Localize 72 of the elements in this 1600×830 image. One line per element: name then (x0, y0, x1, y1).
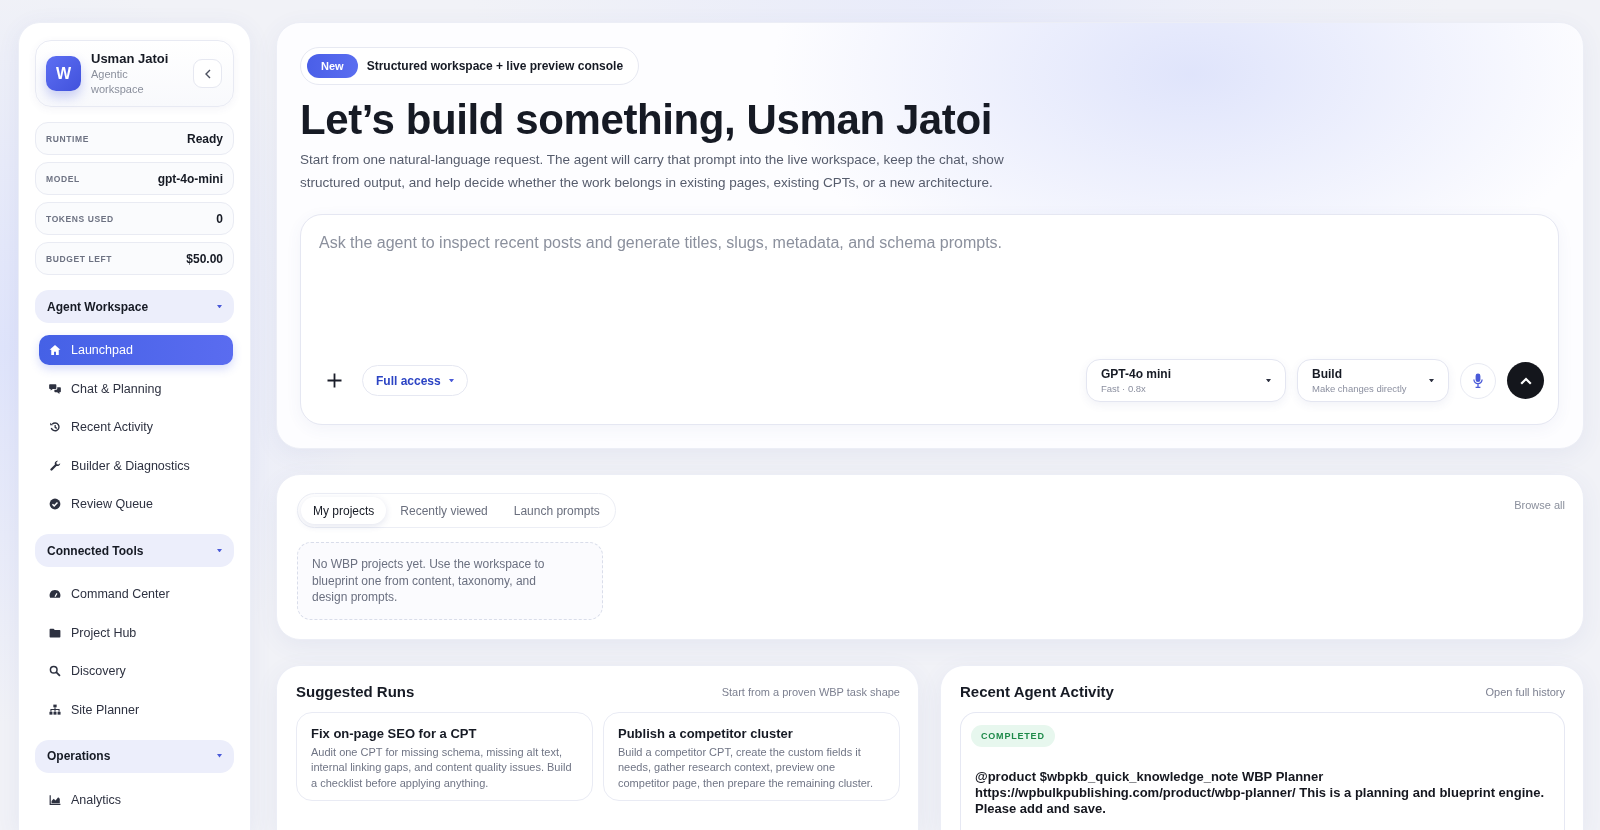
nav-item[interactable]: Analytics (39, 784, 233, 815)
workspace-subtitle: Agentic workspace (91, 67, 145, 97)
stat-label: RUNTIME (46, 133, 89, 144)
section-subtitle: Start from a proven WBP task shape (721, 685, 900, 698)
add-button[interactable] (327, 373, 342, 388)
caret-icon (217, 548, 222, 553)
wrench-icon (49, 459, 61, 472)
stat-value: 0 (216, 211, 223, 226)
sitemap-icon (49, 703, 61, 716)
nav-item[interactable]: Command Center (39, 579, 233, 609)
chevron-up-icon (1519, 376, 1532, 385)
section-title: Suggested Runs (296, 683, 415, 700)
run-title: Publish a competitor cluster (618, 724, 794, 742)
folder-icon (49, 626, 61, 639)
stat-label: BUDGET LEFT (46, 253, 113, 264)
tab[interactable]: Launch prompts (501, 497, 612, 524)
tab[interactable]: My projects (301, 497, 387, 524)
section-header[interactable]: Connected Tools (35, 534, 234, 567)
history-icon (49, 421, 61, 433)
nav-item[interactable]: Builder & Diagnostics (39, 450, 233, 481)
area-chart-icon (49, 793, 61, 806)
nav-item[interactable]: Chat & Planning (39, 373, 233, 404)
page-description: Start from one natural-language request. The agent will carry that prompt into the live workspace, keep the chat, show structured output, and help decide whether the work belongs in existing pages, existing CPTs, or a new architecture. (300, 151, 1005, 192)
nav-item[interactable]: Review Queue (39, 489, 233, 519)
nav-item[interactable]: Launchpad (39, 335, 233, 365)
stat-value: $50.00 (186, 251, 223, 266)
browse-all-link[interactable]: Browse all (1514, 499, 1565, 511)
access-dropdown[interactable]: Full access (362, 365, 468, 396)
gauge-icon (49, 588, 61, 600)
page-title: Let’s build something, Usman Jatoi (300, 96, 993, 144)
chevron-left-icon (204, 68, 211, 79)
search-icon (49, 665, 61, 677)
section-title: Recent Agent Activity (960, 683, 1114, 700)
new-badge: New (307, 54, 358, 78)
run-description: Build a competitor CPT, create the custom fields it needs, gather research context, preview one competitor page, then prepare the remaining cluster. (618, 744, 874, 791)
section-header[interactable]: Operations (35, 739, 234, 773)
home-icon (49, 344, 61, 356)
caret-icon (1429, 378, 1434, 383)
microphone-icon (1473, 373, 1483, 388)
mode-dropdown[interactable]: Build Make changes directly (1297, 359, 1449, 402)
empty-state-message: No WBP projects yet. Use the workspace to blueprint one from content, taxonomy, and design prompts. (297, 542, 603, 620)
run-card[interactable]: Publish a competitor cluster Build a competitor CPT, create the custom fields it needs, gather research context, preview one competitor page, then prepare the remaining cluster. (603, 711, 900, 801)
caret-icon (1266, 378, 1271, 383)
prompt-field[interactable]: Ask the agent to inspect recent posts and generate titles, slugs, metadata, and schema prompts. Full access GPT-4o mini Fast · 0.8x Build Make changes directly (300, 214, 1559, 425)
plus-icon (327, 373, 342, 388)
announcement-text: Structured workspace + live preview console (366, 59, 624, 73)
send-button[interactable] (1507, 362, 1544, 399)
model-dropdown[interactable]: GPT-4o mini Fast · 0.8x (1086, 359, 1286, 402)
history-link[interactable]: Open full history (1485, 685, 1565, 698)
chat-bubbles-icon (49, 382, 61, 395)
voice-button[interactable] (1460, 362, 1496, 399)
tab[interactable]: Recently viewed (388, 497, 500, 524)
stat-value: Ready (186, 131, 223, 146)
nav-item[interactable]: Discovery (39, 656, 233, 686)
stat-label: TOKENS USED (46, 213, 114, 224)
section-header[interactable]: Agent Workspace (35, 290, 234, 323)
nav-item[interactable]: Project Hub (39, 617, 233, 648)
caret-icon (217, 754, 222, 758)
stat-label: MODEL (46, 173, 80, 184)
check-circle-icon (49, 498, 61, 510)
status-badge: COMPLETED (971, 724, 1055, 747)
activity-message: @product $wbpkb_quick_knowledge_note WBP Planner https://wpbulkpublishing.com/product/wbp-planner/ This is a planning and blueprint engine. Please add and save. (974, 768, 1546, 817)
run-title: Fix on-page SEO for a CPT (311, 724, 478, 742)
user-name: Usman Jatoi (91, 50, 170, 67)
stat-value: gpt-4o-mini (157, 171, 223, 186)
caret-icon (217, 304, 222, 309)
run-card[interactable]: Fix on-page SEO for a CPT Audit one CPT for missing schema, missing alt text, internal linking gaps, and content quality issues. Build a checklist before applying anything. (296, 711, 593, 801)
nav-item[interactable]: Recent Activity (39, 412, 233, 442)
nav-item[interactable]: Site Planner (39, 694, 233, 725)
avatar: W (46, 56, 81, 91)
caret-icon (448, 378, 454, 383)
run-description: Audit one CPT for missing schema, missing alt text, internal linking gaps, and content quality issues. Build a checklist before applying anything. (311, 744, 573, 791)
